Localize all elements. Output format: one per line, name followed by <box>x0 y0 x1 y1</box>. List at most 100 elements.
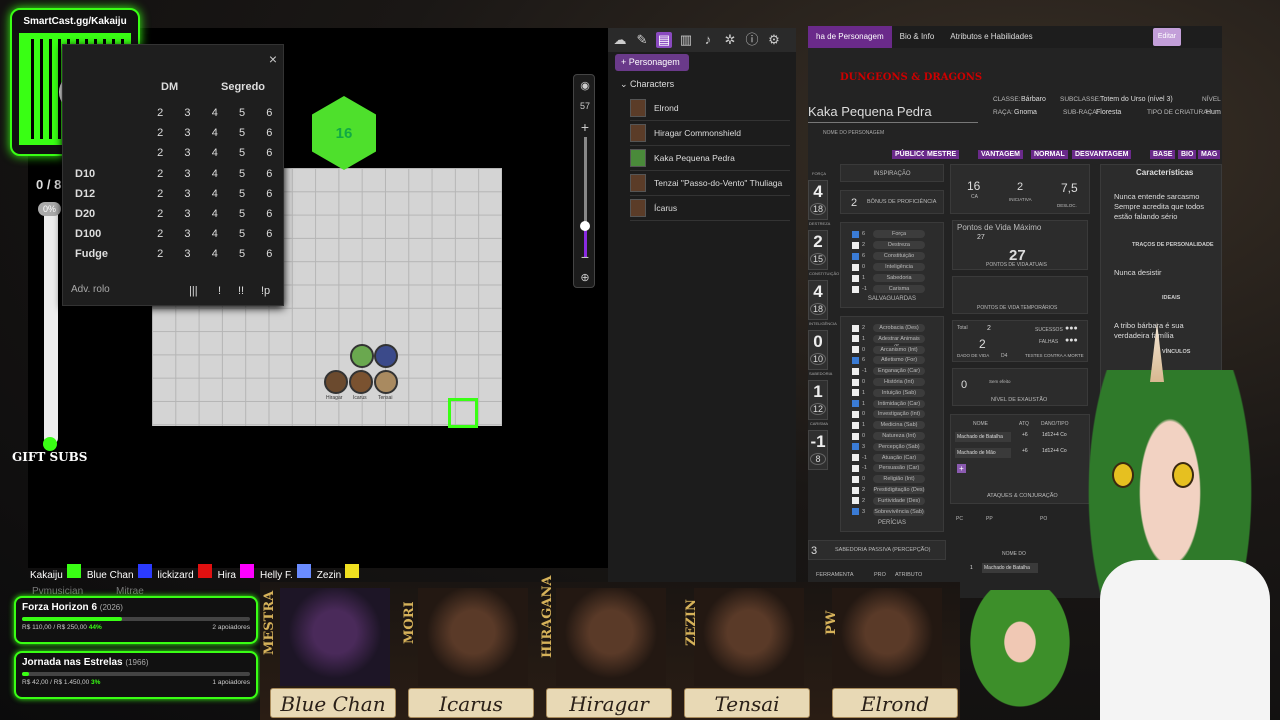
eye-icon[interactable]: ◉ <box>574 79 596 92</box>
dice-count-button[interactable]: 2 <box>147 123 174 143</box>
close-icon[interactable]: × <box>269 51 277 67</box>
attack-name[interactable]: Machado de Mão <box>955 448 1011 458</box>
dice-count-button[interactable]: 3 <box>174 244 201 264</box>
dice-count-button[interactable]: 6 <box>256 103 283 123</box>
dice-count-button[interactable]: 3 <box>174 143 201 163</box>
add-character-button[interactable]: + Personagem <box>615 54 689 71</box>
speed-value[interactable]: 7,5 <box>1061 181 1078 195</box>
zoom-slider-handle[interactable] <box>580 221 590 231</box>
skill-row[interactable]: 6 Atletismo (For) <box>852 356 925 365</box>
skill-row[interactable]: 1 Intuição (Sab) <box>852 388 925 397</box>
dice-count-button[interactable]: 4 <box>201 244 228 264</box>
skill-checkbox[interactable] <box>852 400 859 408</box>
skill-checkbox[interactable] <box>852 389 859 397</box>
chat-icon[interactable]: ☁ <box>612 32 628 48</box>
ability-score[interactable]: CARISMA -1 8 <box>808 421 828 470</box>
dice-count-button[interactable]: 6 <box>256 143 283 163</box>
skill-row[interactable]: 3 Sobrevivência (Sab) <box>852 507 925 516</box>
skill-checkbox[interactable] <box>852 335 859 343</box>
dice-count-button[interactable]: 5 <box>228 103 255 123</box>
skill-checkbox[interactable] <box>852 443 859 451</box>
ideals[interactable]: Nunca desistir <box>1114 268 1162 278</box>
dice-toolbar-button[interactable]: !p <box>261 285 270 297</box>
equipment-qty[interactable]: 1 <box>970 565 973 571</box>
skill-row[interactable]: 2 Prestidigitação (Des) <box>852 486 925 494</box>
tab-sheet[interactable]: ha de Personagem <box>808 26 892 48</box>
character-row[interactable]: Ícarus <box>630 196 790 221</box>
ability-score[interactable]: DESTREZA 2 15 <box>808 221 830 270</box>
dice-count-button[interactable]: 4 <box>201 204 228 224</box>
skill-row[interactable]: 3 Percepção (Sab) <box>852 442 925 451</box>
type-value[interactable]: Hum <box>1206 109 1221 116</box>
save-row[interactable]: 0 Inteligência <box>852 263 925 271</box>
dice-count-button[interactable]: 6 <box>256 244 283 264</box>
skill-checkbox[interactable] <box>852 410 859 418</box>
skill-checkbox[interactable] <box>852 454 859 462</box>
hp-max-value[interactable]: 27 <box>977 234 985 241</box>
skill-row[interactable]: 2 Acrobacia (Des) <box>852 324 925 332</box>
skill-checkbox[interactable] <box>852 421 859 429</box>
initiative-value[interactable]: 2 <box>1017 181 1023 193</box>
save-checkbox[interactable] <box>852 241 859 249</box>
gear-icon[interactable]: ⚙ <box>766 32 782 48</box>
info-icon[interactable]: ⓘ <box>744 32 760 48</box>
temp-hp-box[interactable]: PONTOS DE VIDA TEMPORÁRIOS <box>952 276 1088 314</box>
ability-score[interactable]: FORÇA 4 18 <box>808 171 828 220</box>
zoom-out-button[interactable]: − <box>574 249 596 265</box>
fail-checkboxes[interactable]: ●●● <box>1065 337 1078 344</box>
inspiration-box[interactable]: INSPIRAÇÃO <box>840 164 944 182</box>
zoom-control[interactable]: ◉ 57 + − ⊕ <box>573 74 595 288</box>
skill-checkbox[interactable] <box>852 464 859 472</box>
skill-row[interactable]: 0 Investigação (Int) <box>852 410 925 419</box>
token-elrond[interactable] <box>350 344 374 368</box>
bonds[interactable]: A tribo bárbara é sua verdadeira família <box>1114 321 1220 341</box>
personality-traits[interactable]: Nunca entende sarcasmo Sempre acredita q… <box>1114 192 1220 222</box>
tab-attributes[interactable]: Atributos e Habilidades <box>942 26 1040 48</box>
dice-count-button[interactable]: 5 <box>228 123 255 143</box>
dice-count-button[interactable]: 4 <box>201 164 228 184</box>
dice-count-button[interactable]: 4 <box>201 224 228 244</box>
character-row[interactable]: Tenzai "Passo-do-Vento" Thuliaga <box>630 171 790 196</box>
collection-icon[interactable]: ✲ <box>722 32 738 48</box>
zoom-in-button[interactable]: + <box>574 119 596 135</box>
selection-box[interactable] <box>448 398 478 428</box>
character-row[interactable]: Elrond <box>630 96 790 121</box>
dice-count-button[interactable]: 2 <box>147 244 174 264</box>
dice-count-button[interactable]: 3 <box>174 204 201 224</box>
skill-row[interactable]: -1 Persuasão (Car) <box>852 464 925 473</box>
token-hiragar[interactable] <box>324 370 348 394</box>
skill-checkbox[interactable] <box>852 486 859 494</box>
toggle-master[interactable]: MESTRE <box>924 150 960 159</box>
skill-checkbox[interactable] <box>852 432 859 440</box>
skill-row[interactable]: 2 Furtividade (Des) <box>852 496 925 505</box>
dice-count-button[interactable]: 3 <box>174 123 201 143</box>
skill-row[interactable]: 1 Intimidação (Car) <box>852 399 925 408</box>
hd-value[interactable]: 2 <box>979 337 986 351</box>
success-checkboxes[interactable]: ●●● <box>1065 325 1078 332</box>
token-ally[interactable] <box>374 344 398 368</box>
attack-damage[interactable]: 1d12+4 Co <box>1042 432 1067 438</box>
ability-score[interactable]: INTELIGÊNCIA 0 10 <box>808 321 837 370</box>
skill-row[interactable]: 0 Natureza (Int) <box>852 432 925 440</box>
dice-toolbar-button[interactable]: ||| <box>189 285 198 297</box>
dice-count-button[interactable]: 3 <box>174 164 201 184</box>
dice-count-button[interactable]: 5 <box>228 224 255 244</box>
skill-checkbox[interactable] <box>852 346 859 354</box>
dice-count-button[interactable]: 3 <box>174 184 201 204</box>
dice-count-button[interactable]: 5 <box>228 164 255 184</box>
dice-count-button[interactable]: 4 <box>201 123 228 143</box>
subclass-value[interactable]: Totem do Urso (nível 3) <box>1100 96 1173 103</box>
dice-count-button[interactable]: 2 <box>147 164 174 184</box>
exhaustion-value[interactable]: 0 <box>961 379 967 391</box>
dice-count-button[interactable]: 4 <box>201 103 228 123</box>
attack-name[interactable]: Machado de Batalha <box>955 432 1011 442</box>
attack-bonus[interactable]: +6 <box>1022 448 1028 454</box>
ac-value[interactable]: 16 <box>967 179 980 193</box>
jukebox-icon[interactable]: ♪ <box>700 32 716 48</box>
skill-row[interactable]: -1 Atuação (Car) <box>852 453 925 462</box>
dice-count-button[interactable]: 6 <box>256 164 283 184</box>
dice-count-button[interactable]: 5 <box>228 204 255 224</box>
save-row[interactable]: -1 Carisma <box>852 285 925 293</box>
equipment-row[interactable]: Machado de Batalha <box>982 563 1038 573</box>
skill-checkbox[interactable] <box>852 367 859 375</box>
